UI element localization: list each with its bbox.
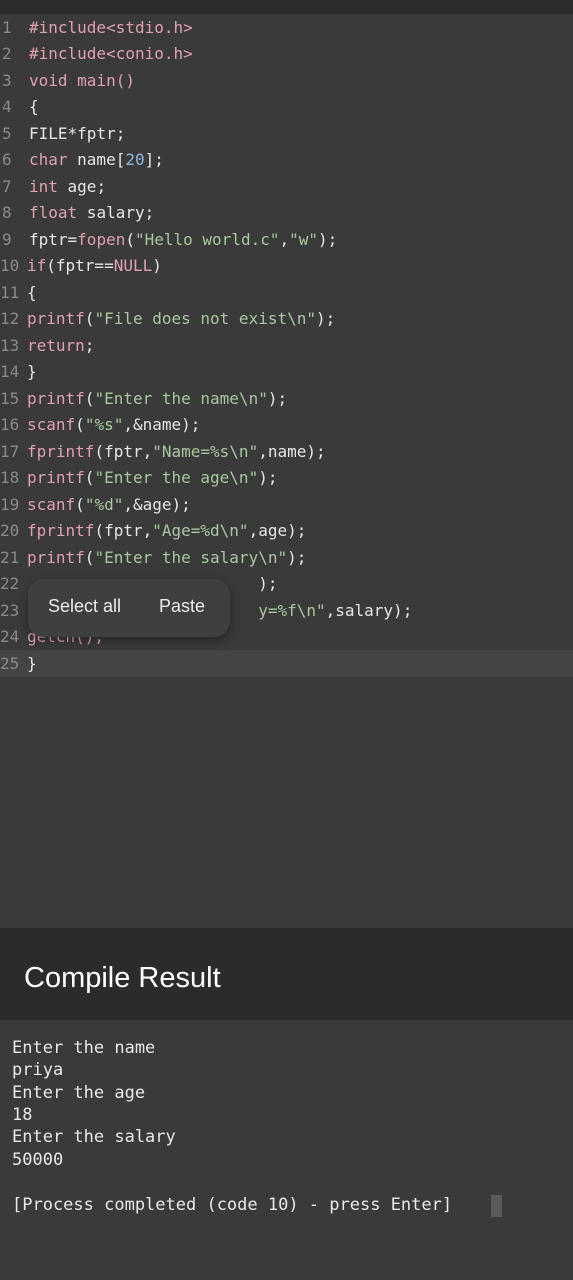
code-text: printf("Enter the salary\n"); [27, 547, 307, 567]
code-line[interactable]: 25} [0, 650, 573, 677]
line-number: 23 [0, 600, 20, 620]
console-line: Enter the salary [12, 1127, 176, 1147]
code-line[interactable]: 3 void main() [0, 67, 573, 94]
code-line[interactable]: 18 printf("Enter the age\n"); [0, 465, 573, 492]
line-number: 13 [0, 335, 20, 355]
code-line[interactable]: 19 scanf("%d",&age); [0, 491, 573, 518]
console-line: Enter the age [12, 1083, 146, 1103]
code-text: void main() [29, 70, 135, 90]
code-line[interactable]: 17 fprintf(fptr,"Name=%s\n",name); [0, 438, 573, 465]
compile-result-header: Compile Result [0, 928, 573, 1020]
code-text: scanf("%d",&age); [27, 494, 191, 514]
console-line: Enter the name [12, 1038, 156, 1058]
code-text: return; [27, 335, 95, 355]
select-all-menu-item[interactable]: Select all [48, 596, 121, 617]
code-text: } [27, 362, 37, 382]
code-line[interactable]: 14} [0, 359, 573, 386]
code-text: #include<conio.h> [29, 44, 193, 64]
code-text: if(fptr==NULL) [27, 256, 162, 276]
status-bar [0, 0, 573, 14]
line-number: 6 [2, 150, 12, 170]
line-number: 3 [2, 70, 12, 90]
code-text: FILE*fptr; [29, 123, 126, 143]
code-line[interactable]: 8 float salary; [0, 200, 573, 227]
line-number: 14 [0, 362, 20, 382]
code-line[interactable]: 7 int age; [0, 173, 573, 200]
line-number: 12 [0, 309, 20, 329]
line-number: 1 [2, 17, 12, 37]
line-number: 15 [0, 388, 20, 408]
line-number: 21 [0, 547, 20, 567]
code-line[interactable]: 16 scanf("%s",&name); [0, 412, 573, 439]
line-number: 16 [0, 415, 20, 435]
code-text: char name[20]; [29, 150, 164, 170]
code-line[interactable]: 9 fptr=fopen("Hello world.c","w"); [0, 226, 573, 253]
code-line[interactable]: 11 { [0, 279, 573, 306]
console-line: priya [12, 1060, 64, 1080]
code-line[interactable]: 15 printf("Enter the name\n"); [0, 385, 573, 412]
console-output[interactable]: Enter the name priya Enter the age 18 En… [0, 1020, 573, 1280]
line-number: 19 [0, 494, 20, 514]
code-text: printf("Enter the name\n"); [27, 388, 288, 408]
code-line[interactable]: 1 #include<stdio.h> [0, 14, 573, 41]
code-text: fprintf(fptr,"Age=%d\n",age); [27, 521, 307, 541]
code-text: printf("Enter the age\n"); [27, 468, 278, 488]
line-number: 22 [0, 574, 20, 594]
line-number: 11 [0, 282, 20, 302]
code-line[interactable]: 2 #include<conio.h> [0, 41, 573, 68]
line-number: 5 [2, 123, 12, 143]
code-line[interactable]: 20 fprintf(fptr,"Age=%d\n",age); [0, 518, 573, 545]
code-line[interactable]: 5 FILE*fptr; [0, 120, 573, 147]
code-editor[interactable]: 1 #include<stdio.h> 2 #include<conio.h> 3 voi… [0, 14, 573, 928]
line-number: 25 [0, 653, 20, 673]
code-line[interactable]: 13 return; [0, 332, 573, 359]
line-number: 8 [2, 203, 12, 223]
code-text: float salary; [29, 203, 155, 223]
console-line: 18 [12, 1105, 33, 1125]
code-text: #include<stdio.h> [29, 17, 193, 37]
line-number: 10 [0, 256, 20, 276]
line-number: 17 [0, 441, 20, 461]
code-text: fprintf(fptr,"Name=%s\n",name); [27, 441, 326, 461]
code-line[interactable]: 4{ [0, 94, 573, 121]
console-line: [Process completed (code 10) - press Ent… [12, 1195, 453, 1215]
line-number: 24 [0, 627, 20, 647]
line-number: 18 [0, 468, 20, 488]
text-context-menu: Select all Paste [28, 579, 230, 637]
line-number: 20 [0, 521, 20, 541]
compile-result-title: Compile Result [24, 962, 221, 994]
code-line[interactable]: 6 char name[20]; [0, 147, 573, 174]
terminal-cursor [491, 1195, 502, 1217]
code-line[interactable]: 21 printf("Enter the salary\n"); [0, 544, 573, 571]
line-number: 2 [2, 44, 12, 64]
code-text: scanf("%s",&name); [27, 415, 201, 435]
paste-menu-item[interactable]: Paste [159, 596, 205, 617]
line-number: 9 [2, 229, 12, 249]
code-text: int age; [29, 176, 107, 196]
code-text: fptr=fopen("Hello world.c","w"); [29, 229, 338, 249]
code-text: } [27, 653, 37, 673]
code-line[interactable]: 12 printf("File does not exist\n"); [0, 306, 573, 333]
console-line: 50000 [12, 1150, 64, 1170]
code-text: printf("File does not exist\n"); [27, 309, 336, 329]
code-line[interactable]: 10 if(fptr==NULL) [0, 253, 573, 280]
line-number: 4 [2, 97, 12, 117]
line-number: 7 [2, 176, 12, 196]
code-text: { [27, 282, 37, 302]
code-text: { [29, 97, 39, 117]
